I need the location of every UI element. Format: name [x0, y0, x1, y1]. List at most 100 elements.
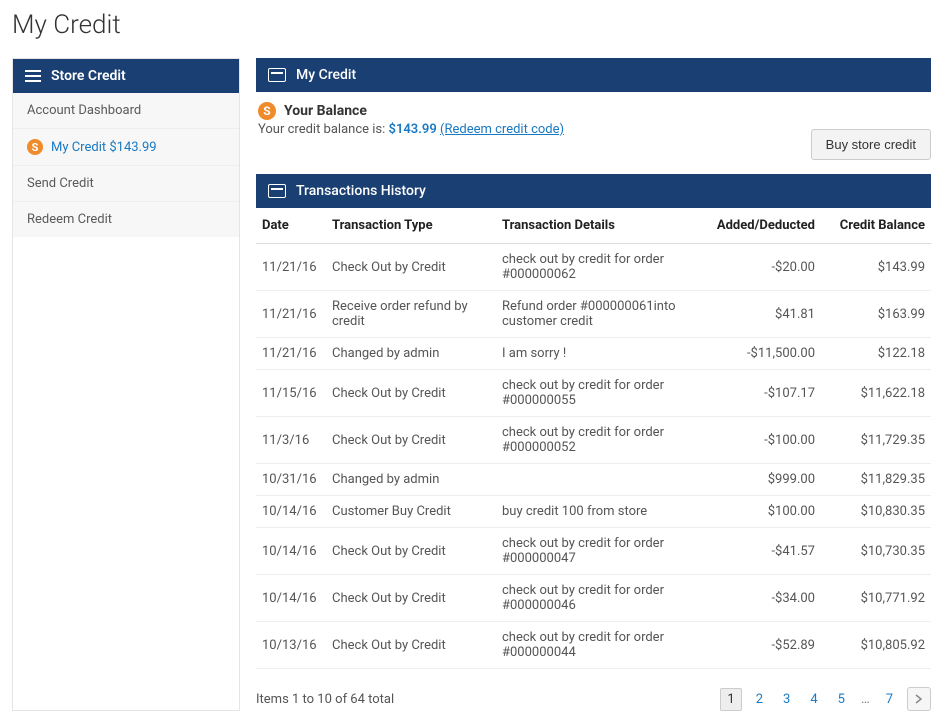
cell-amount: -$34.00	[701, 575, 821, 622]
cell-details: I am sorry !	[496, 338, 701, 370]
cell-date: 10/13/16	[256, 622, 326, 669]
col-header-balance: Credit Balance	[821, 208, 931, 244]
cell-date: 11/21/16	[256, 244, 326, 291]
col-header-date: Date	[256, 208, 326, 244]
pager-page-2[interactable]: 2	[750, 689, 769, 710]
col-header-details: Transaction Details	[496, 208, 701, 244]
items-count-text: Items 1 to 10 of 64 total	[256, 692, 394, 707]
cell-type: Changed by admin	[326, 464, 496, 496]
coin-icon: S	[258, 102, 276, 120]
cell-date: 10/31/16	[256, 464, 326, 496]
cell-type: Check Out by Credit	[326, 575, 496, 622]
col-header-type: Transaction Type	[326, 208, 496, 244]
cell-balance: $11,729.35	[821, 417, 931, 464]
cell-amount: -$41.57	[701, 528, 821, 575]
transactions-history-header-label: Transactions History	[296, 183, 426, 199]
cell-details: check out by credit for order #000000046	[496, 575, 701, 622]
cell-date: 11/15/16	[256, 370, 326, 417]
balance-amount: $143.99	[389, 122, 437, 137]
sidebar-item-label: Send Credit	[27, 176, 94, 191]
pager-page-3[interactable]: 3	[777, 689, 796, 710]
pager-page-last[interactable]: 7	[880, 689, 899, 710]
sidebar-item-redeem-credit[interactable]: Redeem Credit	[13, 202, 239, 237]
cell-details: check out by credit for order #000000052	[496, 417, 701, 464]
cell-balance: $10,771.92	[821, 575, 931, 622]
cell-balance: $11,622.18	[821, 370, 931, 417]
cell-date: 10/14/16	[256, 575, 326, 622]
sidebar-item-label: Account Dashboard	[27, 103, 141, 118]
table-row: 11/15/16Check Out by Creditcheck out by …	[256, 370, 931, 417]
balance-title: Your Balance	[284, 103, 367, 119]
cell-amount: -$52.89	[701, 622, 821, 669]
cell-amount: -$100.00	[701, 417, 821, 464]
cell-type: Check Out by Credit	[326, 370, 496, 417]
table-footer: Items 1 to 10 of 64 total 12345…7	[256, 687, 931, 711]
transactions-table: Date Transaction Type Transaction Detail…	[256, 208, 931, 669]
cell-amount: $999.00	[701, 464, 821, 496]
table-row: 10/14/16Check Out by Creditcheck out by …	[256, 575, 931, 622]
cell-type: Receive order refund by credit	[326, 291, 496, 338]
balance-prefix: Your credit balance is:	[258, 122, 389, 137]
pager-page-4[interactable]: 4	[804, 689, 823, 710]
cell-amount: $41.81	[701, 291, 821, 338]
col-header-amount: Added/Deducted	[701, 208, 821, 244]
cell-balance: $122.18	[821, 338, 931, 370]
sidebar-header-label: Store Credit	[51, 68, 126, 84]
balance-row: S Your Balance	[256, 92, 931, 122]
buy-store-credit-button[interactable]: Buy store credit	[811, 129, 931, 160]
chevron-right-icon	[915, 694, 923, 704]
cell-balance: $11,829.35	[821, 464, 931, 496]
cell-date: 10/14/16	[256, 496, 326, 528]
coin-icon: S	[27, 139, 43, 155]
sidebar-item-account-dashboard[interactable]: Account Dashboard	[13, 93, 239, 129]
sidebar-item-send-credit[interactable]: Send Credit	[13, 166, 239, 202]
table-row: 11/21/16Changed by adminI am sorry !-$11…	[256, 338, 931, 370]
sidebar-item-my-credit[interactable]: S My Credit $143.99	[13, 129, 239, 166]
cell-date: 11/3/16	[256, 417, 326, 464]
cell-balance: $143.99	[821, 244, 931, 291]
cell-balance: $10,805.92	[821, 622, 931, 669]
cell-type: Check Out by Credit	[326, 528, 496, 575]
transactions-history-header: Transactions History	[256, 174, 931, 208]
sidebar-item-label: My Credit $143.99	[51, 140, 157, 155]
cell-amount: -$11,500.00	[701, 338, 821, 370]
cell-balance: $10,730.35	[821, 528, 931, 575]
table-row: 10/31/16Changed by admin $999.00$11,829.3…	[256, 464, 931, 496]
table-row: 10/13/16Check Out by Creditcheck out by …	[256, 622, 931, 669]
cell-details: check out by credit for order #000000044	[496, 622, 701, 669]
cell-balance: $163.99	[821, 291, 931, 338]
sidebar: Store Credit Account Dashboard S My Cred…	[12, 58, 240, 711]
pager-page-5[interactable]: 5	[832, 689, 851, 710]
table-row: 11/21/16Check Out by Creditcheck out by …	[256, 244, 931, 291]
card-icon	[268, 68, 286, 82]
cell-type: Check Out by Credit	[326, 622, 496, 669]
cell-amount: -$107.17	[701, 370, 821, 417]
cell-date: 11/21/16	[256, 338, 326, 370]
table-row: 11/3/16Check Out by Creditcheck out by c…	[256, 417, 931, 464]
table-row: 10/14/16Customer Buy Creditbuy credit 10…	[256, 496, 931, 528]
my-credit-header-label: My Credit	[296, 67, 356, 83]
cell-details: check out by credit for order #000000062	[496, 244, 701, 291]
table-row: 11/21/16Receive order refund by creditRe…	[256, 291, 931, 338]
cell-amount: $100.00	[701, 496, 821, 528]
menu-icon	[25, 70, 41, 82]
cell-details: check out by credit for order #000000047	[496, 528, 701, 575]
cell-type: Check Out by Credit	[326, 417, 496, 464]
pager-next-button[interactable]	[907, 687, 931, 711]
redeem-credit-code-link[interactable]: (Redeem credit code)	[440, 122, 564, 137]
cell-amount: -$20.00	[701, 244, 821, 291]
cell-type: Changed by admin	[326, 338, 496, 370]
pager-page-1: 1	[720, 688, 741, 711]
cell-balance: $10,830.35	[821, 496, 931, 528]
cell-type: Check Out by Credit	[326, 244, 496, 291]
cell-date: 11/21/16	[256, 291, 326, 338]
sidebar-header: Store Credit	[13, 59, 239, 93]
table-row: 10/14/16Check Out by Creditcheck out by …	[256, 528, 931, 575]
cell-date: 10/14/16	[256, 528, 326, 575]
cell-type: Customer Buy Credit	[326, 496, 496, 528]
transactions-history-card: Transactions History Date Transaction Ty…	[256, 174, 931, 669]
pager: 12345…7	[720, 687, 931, 711]
cell-details	[496, 464, 701, 496]
page-title: My Credit	[12, 10, 931, 40]
cell-details: check out by credit for order #000000055	[496, 370, 701, 417]
